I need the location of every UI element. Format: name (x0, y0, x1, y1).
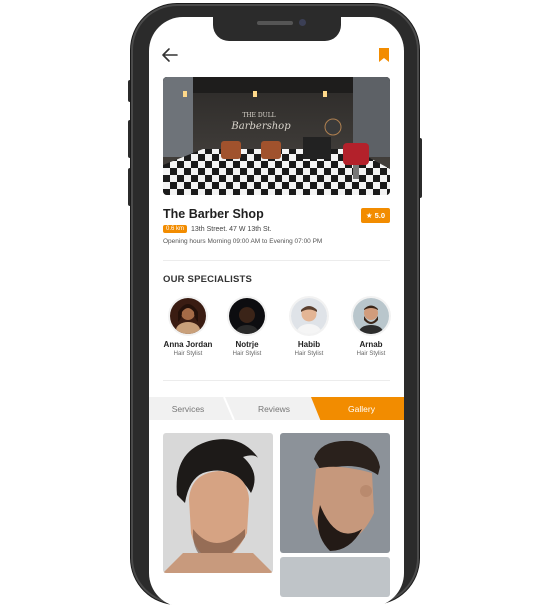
specialist-name: Habib (297, 340, 321, 349)
divider (163, 380, 390, 381)
specialists-list: Anna Jordan Hair Stylist Notrje Hair Sty… (149, 298, 404, 370)
avatar (291, 298, 327, 334)
tab-gallery[interactable]: Gallery (319, 397, 404, 420)
tab-services[interactable]: Services (149, 397, 227, 420)
distance-row: 0.6 km 13th Street. 47 W 13th St. (163, 225, 272, 233)
tab-bar: Services Reviews Gallery (149, 397, 404, 420)
specialist-role: Hair Stylist (232, 351, 262, 357)
back-arrow-icon[interactable] (161, 47, 179, 63)
speaker (257, 21, 293, 25)
specialist-name: Notrje (235, 340, 259, 349)
specialist-card[interactable]: Arnab Hair Stylist (341, 298, 401, 357)
shop-sign-line1: THE DULL (242, 112, 275, 119)
front-camera (299, 19, 306, 26)
top-bar (149, 45, 404, 65)
specialist-role: Hair Stylist (173, 351, 203, 357)
tab-reviews[interactable]: Reviews (233, 397, 315, 420)
rating-badge: ★ 5.0 (360, 208, 390, 223)
avatar (229, 298, 265, 334)
avatar (353, 298, 389, 334)
star-icon: ★ (365, 211, 373, 220)
gallery-image[interactable] (163, 433, 273, 573)
avatar (170, 298, 206, 334)
specialist-card[interactable]: Notrje Hair Stylist (217, 298, 277, 357)
gallery-image[interactable] (280, 557, 390, 597)
specialist-name: Anna Jordan (163, 340, 213, 349)
rating-value: 5.0 (374, 211, 385, 220)
specialists-title: OUR SPECIALISTS (163, 274, 253, 285)
opening-hours: Opening hours Morning 09:00 AM to Evenin… (163, 238, 323, 245)
specialist-role: Hair Stylist (356, 351, 386, 357)
specialist-name: Arnab (359, 340, 383, 349)
shop-address: 13th Street. 47 W 13th St. (191, 225, 272, 233)
specialist-card[interactable]: Anna Jordan Hair Stylist (158, 298, 218, 357)
divider (163, 260, 390, 261)
distance-badge: 0.6 km (163, 225, 188, 233)
gallery-image[interactable] (280, 433, 390, 553)
bookmark-icon[interactable] (378, 48, 390, 62)
shop-title: The Barber Shop (163, 207, 264, 221)
app-screen: THE DULL Barbershop The Barber Shop ★ 5.… (149, 17, 404, 607)
specialist-role: Hair Stylist (294, 351, 324, 357)
shop-sign-line2: Barbershop (230, 121, 291, 132)
barbershop-interior-photo: THE DULL Barbershop (163, 77, 390, 195)
shop-hero-image: THE DULL Barbershop (163, 77, 390, 195)
specialist-card[interactable]: Habib Hair Stylist (279, 298, 339, 357)
phone-notch (213, 17, 341, 41)
